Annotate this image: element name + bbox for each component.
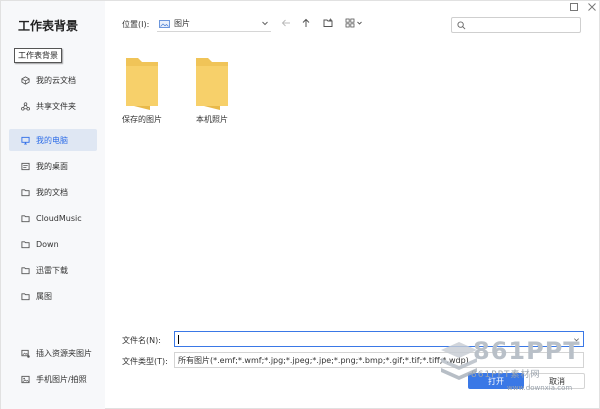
new-folder-icon <box>323 18 333 27</box>
chevron-down-icon <box>262 21 268 26</box>
sidebar-item-down[interactable]: Down <box>9 233 97 255</box>
sidebar: 工作表背景 我的云文档 共享文件夹 我的电脑 我的桌面 我的文档 CloudMu… <box>1 1 105 409</box>
text-caret <box>178 335 179 344</box>
filetype-label: 文件类型(T): <box>122 357 168 366</box>
sidebar-item-label: 我的文档 <box>36 187 68 197</box>
sidebar-item-shared-folder[interactable]: 共享文件夹 <box>9 95 97 117</box>
sidebar-item-label: 手机图片/拍照 <box>36 374 87 384</box>
watermark-brand: 861PPT <box>473 337 581 365</box>
sidebar-item-label: 我的电脑 <box>36 135 68 145</box>
watermark-subtitle: 861PPT素材网 <box>471 370 541 380</box>
sidebar-item-label: 插入资源夹图片 <box>36 348 92 358</box>
watermark-url: www.downxia.com <box>507 384 573 392</box>
sidebar-item-shutu[interactable]: 属图 <box>9 285 97 307</box>
file-item-folder[interactable]: 本机照片 <box>182 54 242 125</box>
folder-icon <box>21 214 30 223</box>
maximize-button[interactable] <box>567 1 581 13</box>
sidebar-item-label: 迅雷下载 <box>36 265 68 275</box>
folder-icon <box>126 58 158 110</box>
dialog-title: 工作表背景 <box>18 19 79 33</box>
file-name: 保存的图片 <box>122 115 162 124</box>
phone-image-icon <box>21 375 30 384</box>
sidebar-item-label: 共享文件夹 <box>36 101 76 111</box>
search-input[interactable] <box>468 19 576 31</box>
sidebar-item-xunlei[interactable]: 迅雷下载 <box>9 259 97 281</box>
folder-icon <box>21 240 30 249</box>
folder-icon <box>21 292 30 301</box>
grid-view-icon <box>345 18 362 28</box>
file-open-dialog: 工作表背景 我的云文档 共享文件夹 我的电脑 我的桌面 我的文档 CloudMu… <box>0 0 600 409</box>
sidebar-item-desktop[interactable]: 我的桌面 <box>9 155 97 177</box>
sidebar-item-label: Down <box>36 239 59 249</box>
sidebar-item-cloudmusic[interactable]: CloudMusic <box>9 207 97 229</box>
maximize-icon <box>570 3 578 11</box>
cloud-doc-icon <box>21 75 30 85</box>
sidebar-item-label: 我的桌面 <box>36 161 68 171</box>
search-icon <box>457 21 466 30</box>
sidebar-item-documents[interactable]: 我的文档 <box>9 181 97 203</box>
documents-icon <box>21 188 30 197</box>
share-folder-icon <box>21 101 30 111</box>
location-dropdown[interactable]: 图片 <box>157 16 271 32</box>
sidebar-item-my-computer[interactable]: 我的电脑 <box>9 129 97 151</box>
sidebar-item-label: 我的云文档 <box>36 75 76 85</box>
folder-icon <box>21 266 30 275</box>
filename-label: 文件名(N): <box>122 336 161 345</box>
sidebar-item-insert-image[interactable]: 插入资源夹图片 <box>9 342 97 364</box>
close-button[interactable] <box>585 1 599 13</box>
close-icon <box>588 3 596 11</box>
folder-icon <box>196 58 228 110</box>
location-value: 图片 <box>174 19 190 28</box>
file-name: 本机照片 <box>196 115 228 124</box>
sidebar-item-phone-image[interactable]: 手机图片/拍照 <box>9 368 97 390</box>
up-button[interactable] <box>300 17 312 29</box>
arrow-left-icon <box>281 19 290 27</box>
back-button[interactable] <box>280 17 292 29</box>
sidebar-item-cloud-docs[interactable]: 我的云文档 <box>9 69 97 91</box>
insert-image-icon <box>21 349 30 358</box>
file-item-folder[interactable]: 保存的图片 <box>112 54 172 125</box>
filetype-value: 所有图片(*.emf;*.wmf;*.jpg;*.jpeg;*.jpe;*.pn… <box>178 355 469 365</box>
view-mode-button[interactable] <box>345 17 365 29</box>
arrow-up-icon <box>302 18 310 27</box>
tooltip: 工作表背景 <box>14 48 62 63</box>
location-label: 位置(I): <box>122 20 150 29</box>
computer-icon <box>21 136 30 145</box>
new-folder-button[interactable] <box>322 17 334 29</box>
search-box[interactable] <box>451 17 581 33</box>
picture-folder-icon <box>159 19 170 28</box>
sidebar-item-label: CloudMusic <box>36 213 82 223</box>
desktop-icon <box>21 162 30 171</box>
sidebar-item-label: 属图 <box>36 291 52 301</box>
